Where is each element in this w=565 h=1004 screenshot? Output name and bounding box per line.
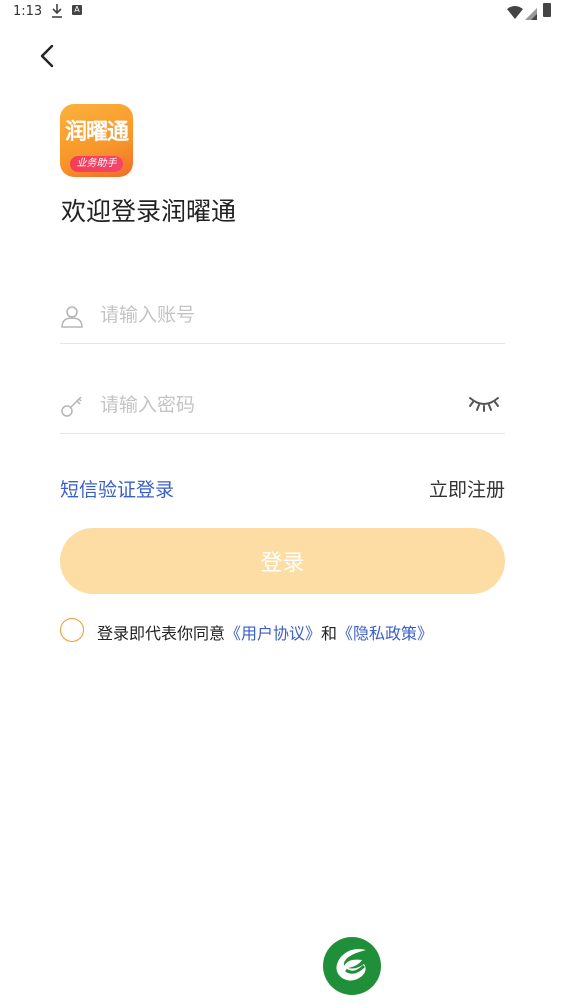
- user-icon: [60, 304, 84, 328]
- key-icon: [60, 394, 84, 418]
- sms-login-link[interactable]: 短信验证登录: [60, 475, 174, 502]
- eye-closed-icon[interactable]: [467, 394, 501, 414]
- agreement-and: 和: [321, 624, 338, 643]
- agreement-checkbox[interactable]: [60, 618, 84, 642]
- privacy-policy-link[interactable]: 《隐私政策》: [337, 624, 433, 643]
- app-logo-subtext: 业务助手: [70, 156, 123, 172]
- battery-icon: [543, 3, 551, 17]
- password-field: [60, 382, 505, 434]
- welcome-title: 欢迎登录润曜通: [61, 197, 237, 226]
- status-bar: 1:13 A: [0, 0, 565, 24]
- wifi-icon: [507, 4, 523, 23]
- account-input[interactable]: [100, 300, 460, 330]
- account-field: [60, 292, 505, 344]
- register-link[interactable]: 立即注册: [429, 475, 505, 502]
- brand-leaf-icon: [322, 936, 382, 996]
- user-agreement-link[interactable]: 《用户协议》: [225, 624, 321, 643]
- back-button[interactable]: [36, 42, 62, 70]
- login-button[interactable]: 登录: [60, 528, 505, 594]
- app-logo: 润曜通 业务助手: [60, 104, 133, 177]
- password-input[interactable]: [100, 390, 460, 420]
- back-arrow-icon: [40, 44, 54, 68]
- status-time: 1:13: [13, 4, 43, 19]
- agreement-text: 登录即代表你同意《用户协议》和《隐私政策》: [97, 620, 433, 644]
- app-logo-text: 润曜通: [64, 120, 129, 145]
- signal-icon: [525, 5, 537, 24]
- agreement-prefix: 登录即代表你同意: [97, 624, 226, 643]
- download-icon: [51, 3, 63, 23]
- notification-a-icon: A: [72, 5, 82, 15]
